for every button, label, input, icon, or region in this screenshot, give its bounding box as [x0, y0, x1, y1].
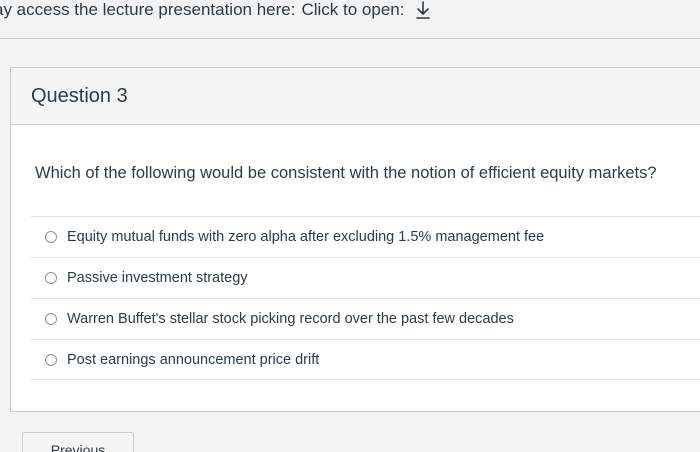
answer-option-2[interactable]: Passive investment strategy — [31, 257, 700, 298]
intro-text: ay access the lecture presentation here: — [0, 0, 296, 19]
answer-label: Equity mutual funds with zero alpha afte… — [67, 229, 545, 245]
lecture-link-line: ay access the lecture presentation here:… — [0, 0, 434, 21]
download-icon[interactable] — [412, 0, 434, 21]
question-card: Question 3 Which of the following would … — [10, 67, 700, 412]
divider — [0, 38, 700, 39]
previous-button[interactable]: Previous — [22, 432, 134, 452]
previous-button-label: Previous — [50, 442, 106, 452]
question-header: Question 3 — [11, 68, 700, 125]
answer-option-1[interactable]: Equity mutual funds with zero alpha afte… — [31, 216, 700, 257]
radio-button[interactable] — [45, 272, 57, 284]
quiz-page: ay access the lecture presentation here:… — [0, 0, 700, 452]
radio-button[interactable] — [45, 313, 57, 325]
answer-label: Passive investment strategy — [67, 270, 248, 286]
click-to-open-link[interactable]: Click to open: — [301, 0, 404, 20]
answer-option-3[interactable]: Warren Buffet's stellar stock picking re… — [31, 298, 700, 339]
answer-list: Equity mutual funds with zero alpha afte… — [31, 216, 700, 380]
radio-button[interactable] — [45, 353, 57, 366]
answer-label: Warren Buffet's stellar stock picking re… — [67, 311, 514, 327]
question-text: Which of the following would be consiste… — [35, 164, 657, 182]
radio-button[interactable] — [45, 231, 57, 243]
question-title: Question 3 — [31, 85, 128, 107]
answer-label: Post earnings announcement price drift — [67, 351, 320, 368]
answer-option-4[interactable]: Post earnings announcement price drift — [31, 339, 700, 380]
